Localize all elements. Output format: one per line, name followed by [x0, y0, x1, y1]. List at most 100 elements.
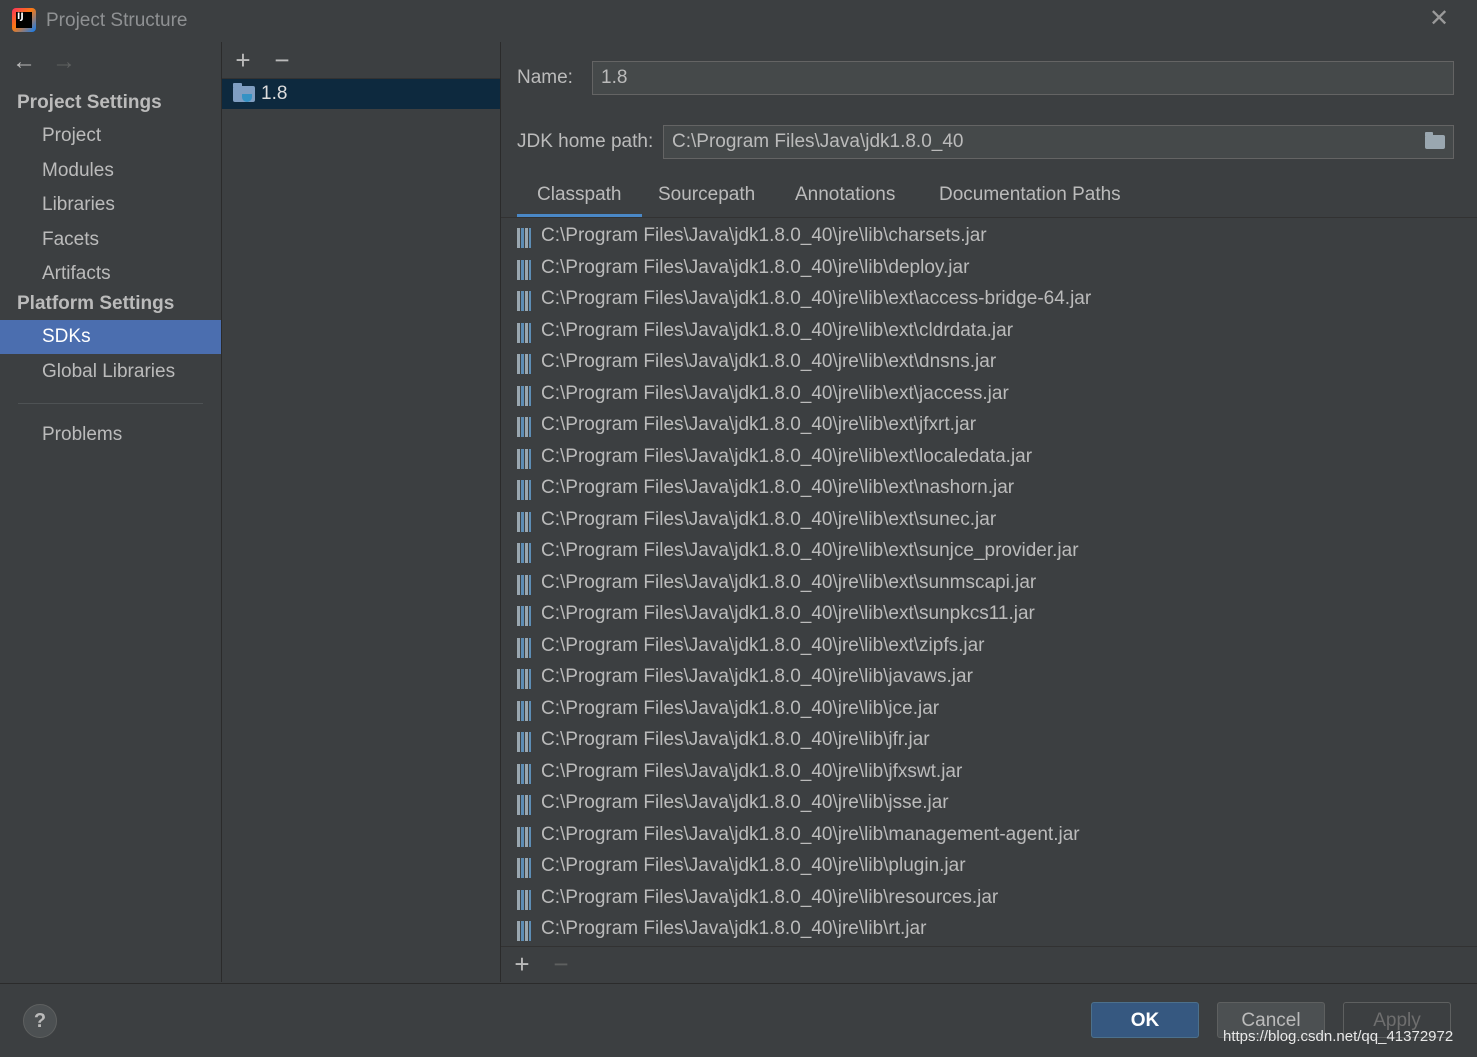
jar-archive-icon [517, 763, 531, 784]
tab-documentation-paths[interactable]: Documentation Paths [919, 180, 1141, 216]
classpath-row[interactable]: C:\Program Files\Java\jdk1.8.0_40\jre\li… [501, 380, 1477, 411]
jar-archive-icon [517, 543, 531, 563]
classpath-row[interactable]: C:\Program Files\Java\jdk1.8.0_40\jre\li… [501, 789, 1477, 820]
classpath-row[interactable]: C:\Program Files\Java\jdk1.8.0_40\jre\li… [501, 821, 1477, 852]
classpath-row[interactable]: C:\Program Files\Java\jdk1.8.0_40\jre\li… [501, 474, 1477, 505]
classpath-row[interactable]: C:\Program Files\Java\jdk1.8.0_40\jre\li… [501, 695, 1477, 726]
classpath-path: C:\Program Files\Java\jdk1.8.0_40\jre\li… [541, 697, 940, 719]
window-title: Project Structure [46, 10, 188, 31]
name-label: Name: [517, 67, 573, 88]
remove-classpath-button[interactable]: − [549, 949, 573, 979]
forward-arrow-icon[interactable]: → [52, 48, 76, 76]
sidebar-divider [18, 403, 203, 404]
classpath-path: C:\Program Files\Java\jdk1.8.0_40\jre\li… [541, 760, 963, 782]
classpath-row[interactable]: C:\Program Files\Java\jdk1.8.0_40\jre\li… [501, 348, 1477, 379]
sidebar: ← → Project Settings Project Modules Lib… [0, 42, 222, 982]
jdk-folder-icon [233, 83, 255, 102]
jar-archive-icon [517, 417, 531, 437]
jar-archive-icon [517, 322, 531, 343]
back-arrow-icon[interactable]: ← [12, 48, 36, 76]
classpath-row[interactable]: C:\Program Files\Java\jdk1.8.0_40\jre\li… [501, 443, 1477, 474]
classpath-row[interactable]: C:\Program Files\Java\jdk1.8.0_40\jre\li… [501, 852, 1477, 883]
classpath-path: C:\Program Files\Java\jdk1.8.0_40\jre\li… [541, 382, 1009, 404]
sdk-list-panel: + − 1.8 [222, 42, 501, 982]
classpath-row[interactable]: C:\Program Files\Java\jdk1.8.0_40\jre\li… [501, 884, 1477, 915]
sdk-detail-panel: Name: 1.8 JDK home path: C:\Program File… [501, 42, 1477, 982]
jar-archive-icon [517, 732, 531, 752]
add-classpath-button[interactable]: + [510, 949, 534, 979]
jar-archive-icon [517, 354, 531, 374]
classpath-path: C:\Program Files\Java\jdk1.8.0_40\jre\li… [541, 225, 987, 246]
sidebar-item-global-libraries[interactable]: Global Libraries [0, 355, 221, 389]
classpath-row[interactable]: C:\Program Files\Java\jdk1.8.0_40\jre\li… [501, 600, 1477, 631]
classpath-path: C:\Program Files\Java\jdk1.8.0_40\jre\li… [541, 792, 949, 813]
jar-archive-icon [517, 637, 531, 658]
classpath-path: C:\Program Files\Java\jdk1.8.0_40\jre\li… [541, 571, 1037, 593]
project-settings-heading: Project Settings [17, 92, 162, 113]
jar-archive-icon [517, 889, 531, 910]
remove-sdk-button[interactable]: − [270, 45, 294, 75]
browse-folder-icon[interactable] [1425, 132, 1445, 149]
classpath-path: C:\Program Files\Java\jdk1.8.0_40\jre\li… [541, 508, 997, 530]
sidebar-item-artifacts[interactable]: Artifacts [0, 257, 221, 291]
jar-archive-icon [517, 259, 531, 280]
tab-classpath[interactable]: Classpath [517, 180, 642, 218]
classpath-row[interactable]: C:\Program Files\Java\jdk1.8.0_40\jre\li… [501, 663, 1477, 694]
classpath-path: C:\Program Files\Java\jdk1.8.0_40\jre\li… [541, 477, 1015, 498]
add-sdk-button[interactable]: + [231, 45, 255, 75]
classpath-row[interactable]: C:\Program Files\Java\jdk1.8.0_40\jre\li… [501, 632, 1477, 663]
dialog-footer: ? OK Cancel Apply https://blog.csdn.net/… [0, 983, 1477, 1057]
jar-archive-icon [517, 574, 531, 595]
sidebar-item-sdks[interactable]: SDKs [0, 320, 221, 354]
classpath-row[interactable]: C:\Program Files\Java\jdk1.8.0_40\jre\li… [501, 222, 1477, 253]
sidebar-item-libraries[interactable]: Libraries [0, 188, 221, 222]
jar-archive-icon [517, 606, 531, 626]
classpath-toolbar: + − [501, 947, 1477, 981]
help-button[interactable]: ? [23, 1004, 57, 1038]
jar-archive-icon [517, 921, 531, 941]
jdk-home-path-label: JDK home path: [517, 131, 654, 152]
jar-archive-icon [517, 385, 531, 406]
classpath-path: C:\Program Files\Java\jdk1.8.0_40\jre\li… [541, 603, 1035, 624]
intellij-logo-icon [12, 8, 36, 32]
classpath-row[interactable]: C:\Program Files\Java\jdk1.8.0_40\jre\li… [501, 569, 1477, 600]
jar-archive-icon [517, 480, 531, 500]
ok-button[interactable]: OK [1091, 1002, 1199, 1038]
classpath-row[interactable]: C:\Program Files\Java\jdk1.8.0_40\jre\li… [501, 726, 1477, 757]
jdk-home-path-value: C:\Program Files\Java\jdk1.8.0_40 [672, 131, 964, 152]
classpath-path: C:\Program Files\Java\jdk1.8.0_40\jre\li… [541, 634, 985, 656]
sdk-list-item[interactable]: 1.8 [222, 79, 500, 109]
classpath-path: C:\Program Files\Java\jdk1.8.0_40\jre\li… [541, 540, 1079, 561]
classpath-row[interactable]: C:\Program Files\Java\jdk1.8.0_40\jre\li… [501, 506, 1477, 537]
classpath-path: C:\Program Files\Java\jdk1.8.0_40\jre\li… [541, 729, 930, 750]
classpath-row[interactable]: C:\Program Files\Java\jdk1.8.0_40\jre\li… [501, 915, 1477, 946]
sidebar-item-modules[interactable]: Modules [0, 154, 221, 188]
name-field[interactable]: 1.8 [592, 61, 1454, 95]
sidebar-item-facets[interactable]: Facets [0, 223, 221, 257]
classpath-row[interactable]: C:\Program Files\Java\jdk1.8.0_40\jre\li… [501, 317, 1477, 348]
sdk-toolbar: + − [222, 42, 500, 79]
classpath-row[interactable]: C:\Program Files\Java\jdk1.8.0_40\jre\li… [501, 537, 1477, 568]
close-icon[interactable]: ✕ [1426, 6, 1452, 32]
classpath-path: C:\Program Files\Java\jdk1.8.0_40\jre\li… [541, 414, 977, 435]
classpath-row[interactable]: C:\Program Files\Java\jdk1.8.0_40\jre\li… [501, 285, 1477, 316]
classpath-row[interactable]: C:\Program Files\Java\jdk1.8.0_40\jre\li… [501, 254, 1477, 285]
tab-sourcepath[interactable]: Sourcepath [638, 180, 775, 216]
jar-archive-icon [517, 448, 531, 469]
tab-annotations[interactable]: Annotations [775, 180, 915, 216]
sidebar-item-problems[interactable]: Problems [0, 418, 221, 452]
jar-archive-icon [517, 669, 531, 689]
jar-archive-icon [517, 858, 531, 878]
platform-settings-heading: Platform Settings [17, 293, 175, 314]
classpath-path: C:\Program Files\Java\jdk1.8.0_40\jre\li… [541, 666, 973, 687]
jar-archive-icon [517, 700, 531, 721]
classpath-row[interactable]: C:\Program Files\Java\jdk1.8.0_40\jre\li… [501, 411, 1477, 442]
classpath-path: C:\Program Files\Java\jdk1.8.0_40\jre\li… [541, 351, 997, 372]
sidebar-item-project[interactable]: Project [0, 119, 221, 153]
classpath-row[interactable]: C:\Program Files\Java\jdk1.8.0_40\jre\li… [501, 758, 1477, 789]
tab-divider [501, 217, 1477, 218]
jdk-home-path-field[interactable]: C:\Program Files\Java\jdk1.8.0_40 [663, 125, 1454, 159]
classpath-path: C:\Program Files\Java\jdk1.8.0_40\jre\li… [541, 288, 1092, 309]
classpath-path: C:\Program Files\Java\jdk1.8.0_40\jre\li… [541, 319, 1014, 341]
classpath-path: C:\Program Files\Java\jdk1.8.0_40\jre\li… [541, 823, 1080, 845]
